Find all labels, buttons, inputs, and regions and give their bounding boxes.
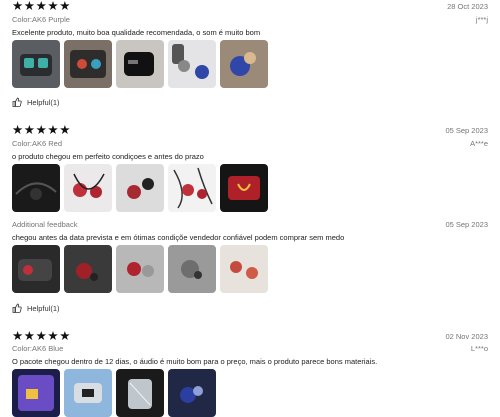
review-photo[interactable] — [220, 245, 268, 293]
review-text: O pacote chegou dentro de 12 dias, o áud… — [12, 357, 378, 366]
rating-stars: ★★★★★ — [12, 329, 72, 343]
review-photo[interactable] — [220, 40, 268, 88]
review-photo[interactable] — [64, 40, 112, 88]
review-photo[interactable] — [168, 369, 216, 417]
review-photo[interactable] — [116, 369, 164, 417]
thumbs-up-icon — [12, 303, 22, 313]
review-photo[interactable] — [220, 164, 268, 212]
product-variant: Color:AK6 Red — [12, 139, 63, 148]
review-photo[interactable] — [12, 40, 60, 88]
rating-stars: ★★★★★ — [12, 123, 72, 137]
review-text: o produto chegou em perfeito condiçoes e… — [12, 152, 204, 161]
reviewer-name: j***j — [475, 15, 488, 24]
review-photo[interactable] — [116, 40, 164, 88]
review-photo[interactable] — [64, 245, 112, 293]
review-photos — [12, 369, 216, 417]
review-photo[interactable] — [64, 369, 112, 417]
additional-feedback-date: 05 Sep 2023 — [445, 220, 488, 229]
review-date: 05 Sep 2023 — [445, 126, 488, 135]
review-photo[interactable] — [64, 164, 112, 212]
review-text: Excelente produto, muito boa qualidade r… — [12, 28, 261, 37]
product-variant: Color:AK6 Blue — [12, 344, 64, 353]
review-photos — [12, 164, 268, 212]
helpful-label: Helpful(1) — [27, 97, 60, 107]
review-photos — [12, 40, 268, 88]
review-date: 28 Oct 2023 — [447, 2, 488, 11]
additional-feedback-text: chegou antes da data prevista e em ótima… — [12, 233, 345, 242]
review-photo[interactable] — [168, 245, 216, 293]
thumbs-up-icon — [12, 97, 22, 107]
reviewer-name: A***e — [470, 139, 488, 148]
review-photo[interactable] — [12, 369, 60, 417]
review-photo[interactable] — [12, 245, 60, 293]
helpful-button[interactable]: Helpful(1) — [12, 303, 60, 313]
review-photo[interactable] — [116, 245, 164, 293]
review-date: 02 Nov 2023 — [445, 332, 488, 341]
rating-stars: ★★★★★ — [12, 0, 72, 13]
additional-feedback-photos — [12, 245, 268, 293]
helpful-label: Helpful(1) — [27, 303, 60, 313]
product-variant: Color:AK6 Purple — [12, 15, 70, 24]
review-photo[interactable] — [168, 40, 216, 88]
additional-feedback-label: Additional feedback — [12, 220, 78, 229]
review-photo[interactable] — [116, 164, 164, 212]
reviewer-name: L***o — [470, 344, 488, 353]
helpful-button[interactable]: Helpful(1) — [12, 97, 60, 107]
review-photo[interactable] — [168, 164, 216, 212]
review-photo[interactable] — [12, 164, 60, 212]
